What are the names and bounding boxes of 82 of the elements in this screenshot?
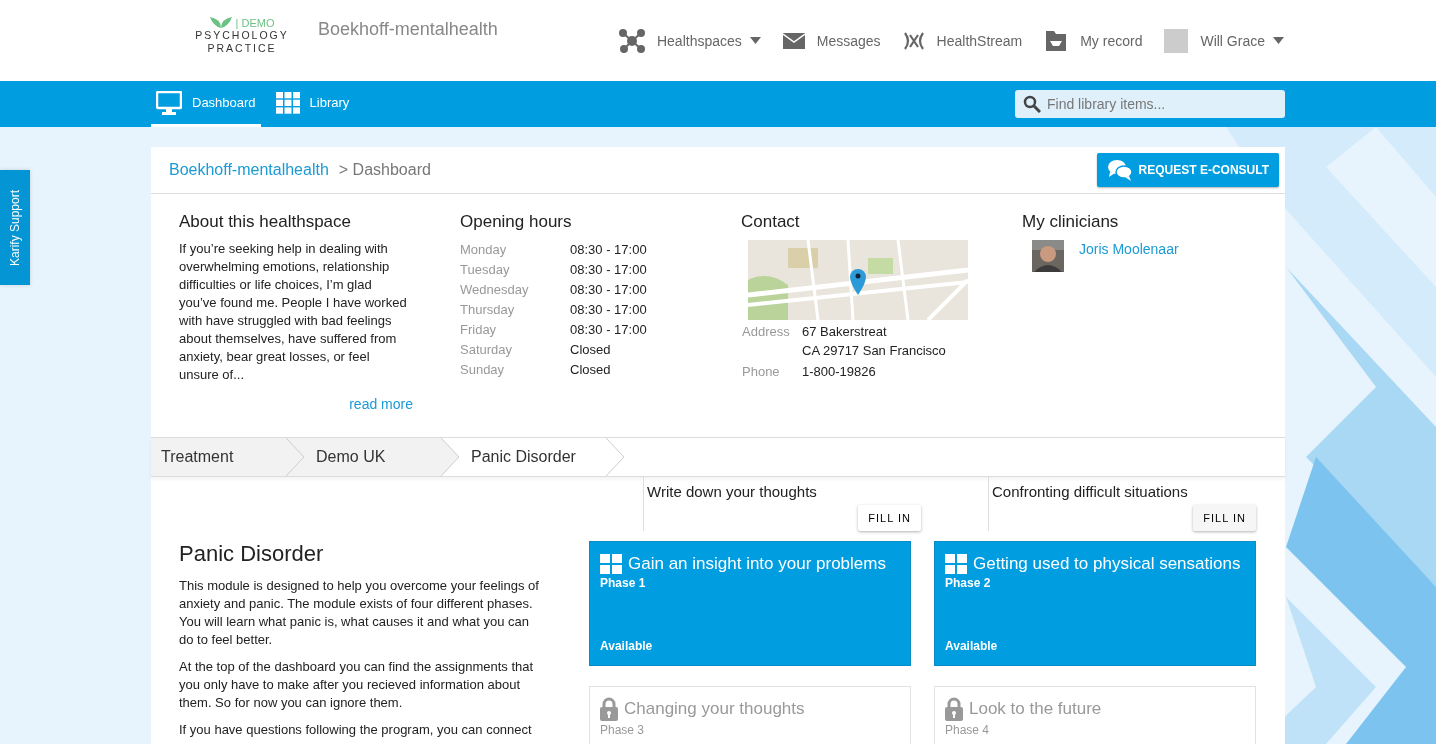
- about-text: If you’re seeking help in dealing with overwhelming emotions, relationship difficulties or life choices, I’m glad you’ve found me. People I have worked with have struggled with bad feelings about themselves, have suffered from anxiety, bear great losses, or feel unsure of...: [179, 240, 408, 384]
- nav-link[interactable]: Messages: [782, 32, 881, 49]
- phase-title: Gain an insight into your problems: [628, 554, 886, 574]
- support-tab[interactable]: Karify Support: [0, 170, 30, 285]
- mail-icon: [782, 32, 805, 49]
- phase-title: Getting used to physical sensations: [973, 554, 1241, 574]
- breadcrumb-link[interactable]: Boekhoff-mentalhealth: [169, 161, 329, 179]
- day-label: Friday: [460, 321, 498, 339]
- site-title: Boekhoff-mentalhealth: [318, 19, 498, 40]
- network-icon: [618, 28, 645, 53]
- phase-card[interactable]: Look to the future Phase 4: [934, 686, 1256, 744]
- nav-link[interactable]: My record: [1044, 30, 1143, 51]
- section-title: My clinicians: [1022, 212, 1120, 232]
- breadcrumb-step[interactable]: Panic Disorder: [461, 438, 626, 476]
- module-text: If you have questions following the program, you can connect: [179, 721, 533, 739]
- section-title: Contact: [741, 212, 801, 232]
- phase-card[interactable]: Getting used to physical sensations Phase 2 Available: [934, 541, 1256, 666]
- day-label: Sunday: [460, 361, 506, 379]
- day-label: Thursday: [460, 301, 516, 319]
- consult-button[interactable]: REQUEST E-CONSULT: [1096, 153, 1279, 187]
- fill-in-button[interactable]: FILL IN: [1193, 505, 1256, 531]
- lock-icon: [945, 697, 963, 721]
- assignment-title: Confronting difficult situations: [992, 483, 1188, 500]
- contact-label: Address: [742, 323, 791, 341]
- assignment-title: Write down your thoughts: [647, 483, 817, 500]
- phase-title: Look to the future: [969, 699, 1102, 719]
- tray-icon: [1044, 30, 1069, 51]
- contact-label: Phone: [742, 363, 781, 381]
- chevron-icon: [604, 438, 626, 476]
- read-more-link[interactable]: read more: [179, 396, 413, 412]
- hours-value: 08:30 - 17:00: [570, 241, 647, 259]
- clinician-link[interactable]: Joris Moolenaar: [1079, 241, 1179, 257]
- phase-number: Phase 3: [600, 723, 646, 737]
- leaf-icon: [209, 17, 232, 28]
- hours-value: Closed: [570, 341, 611, 359]
- section-title: About this healthspace: [179, 212, 352, 232]
- nav-link[interactable]: HealthStream: [902, 30, 1023, 51]
- tiles-icon: [945, 554, 967, 574]
- contact-value: 67 Bakerstreat: [802, 323, 888, 341]
- breadcrumb-step[interactable]: Demo UK: [306, 438, 461, 476]
- breadcrumb-step[interactable]: Treatment: [151, 438, 306, 476]
- nav-tab[interactable]: Dashboard: [151, 81, 261, 127]
- phase-title: Changing your thoughts: [624, 699, 805, 719]
- lock-icon: [600, 697, 618, 721]
- search-field[interactable]: Find library items...: [1015, 90, 1285, 118]
- logo-tag: | DEMO: [235, 16, 275, 29]
- breadcrumb-current: > Dashboard: [338, 161, 431, 179]
- grid-icon: [275, 91, 300, 114]
- user-menu[interactable]: Will Grace: [1164, 28, 1284, 53]
- fill-in-button[interactable]: FILL IN: [858, 505, 921, 531]
- hours-value: 08:30 - 17:00: [570, 281, 647, 299]
- nav-link[interactable]: Healthspaces: [618, 28, 761, 53]
- day-label: Tuesday: [460, 261, 511, 279]
- hours-value: 08:30 - 17:00: [570, 301, 647, 319]
- day-label: Monday: [460, 241, 508, 259]
- phase-number: Phase 1: [600, 576, 647, 590]
- hours-value: 08:30 - 17:00: [570, 261, 647, 279]
- section-title: Opening hours: [460, 212, 573, 232]
- hours-value: Closed: [570, 361, 611, 379]
- wave-icon: [902, 30, 925, 51]
- phase-number: Phase 4: [945, 723, 991, 737]
- logo-text: PSYCHOLOGY: [195, 28, 289, 42]
- phase-card[interactable]: Gain an insight into your problems Phase 1 Available: [589, 541, 911, 666]
- logo-text: PRACTICE: [207, 41, 277, 55]
- day-label: Saturday: [460, 341, 514, 359]
- phase-status: Available: [600, 639, 654, 653]
- contact-value: 1-800-19826: [802, 363, 876, 381]
- chevron-icon: [284, 438, 306, 476]
- hours-value: 08:30 - 17:00: [570, 321, 647, 339]
- phase-card[interactable]: Changing your thoughts Phase 3: [589, 686, 911, 744]
- module-text: This module is designed to help you overcome your feelings of anxiety and panic. The module exists of four different phases. You will learn what panic is, what causes it and what you can do to feel better.: [179, 577, 539, 649]
- module-text: At the top of the dashboard you can find the assignments that you only have to make after you recieved information about them. So for now you can ignore them.: [179, 658, 535, 712]
- module-title: Panic Disorder: [179, 541, 325, 567]
- day-label: Wednesday: [460, 281, 530, 299]
- monitor-icon: [156, 90, 182, 115]
- tiles-icon: [600, 554, 622, 574]
- contact-value: CA 29717 San Francisco: [802, 342, 946, 360]
- search-icon: [1023, 95, 1041, 113]
- nav-tab[interactable]: Library: [270, 81, 355, 127]
- phase-number: Phase 2: [945, 576, 992, 590]
- phase-status: Available: [945, 639, 999, 653]
- chat-icon: [1106, 159, 1133, 181]
